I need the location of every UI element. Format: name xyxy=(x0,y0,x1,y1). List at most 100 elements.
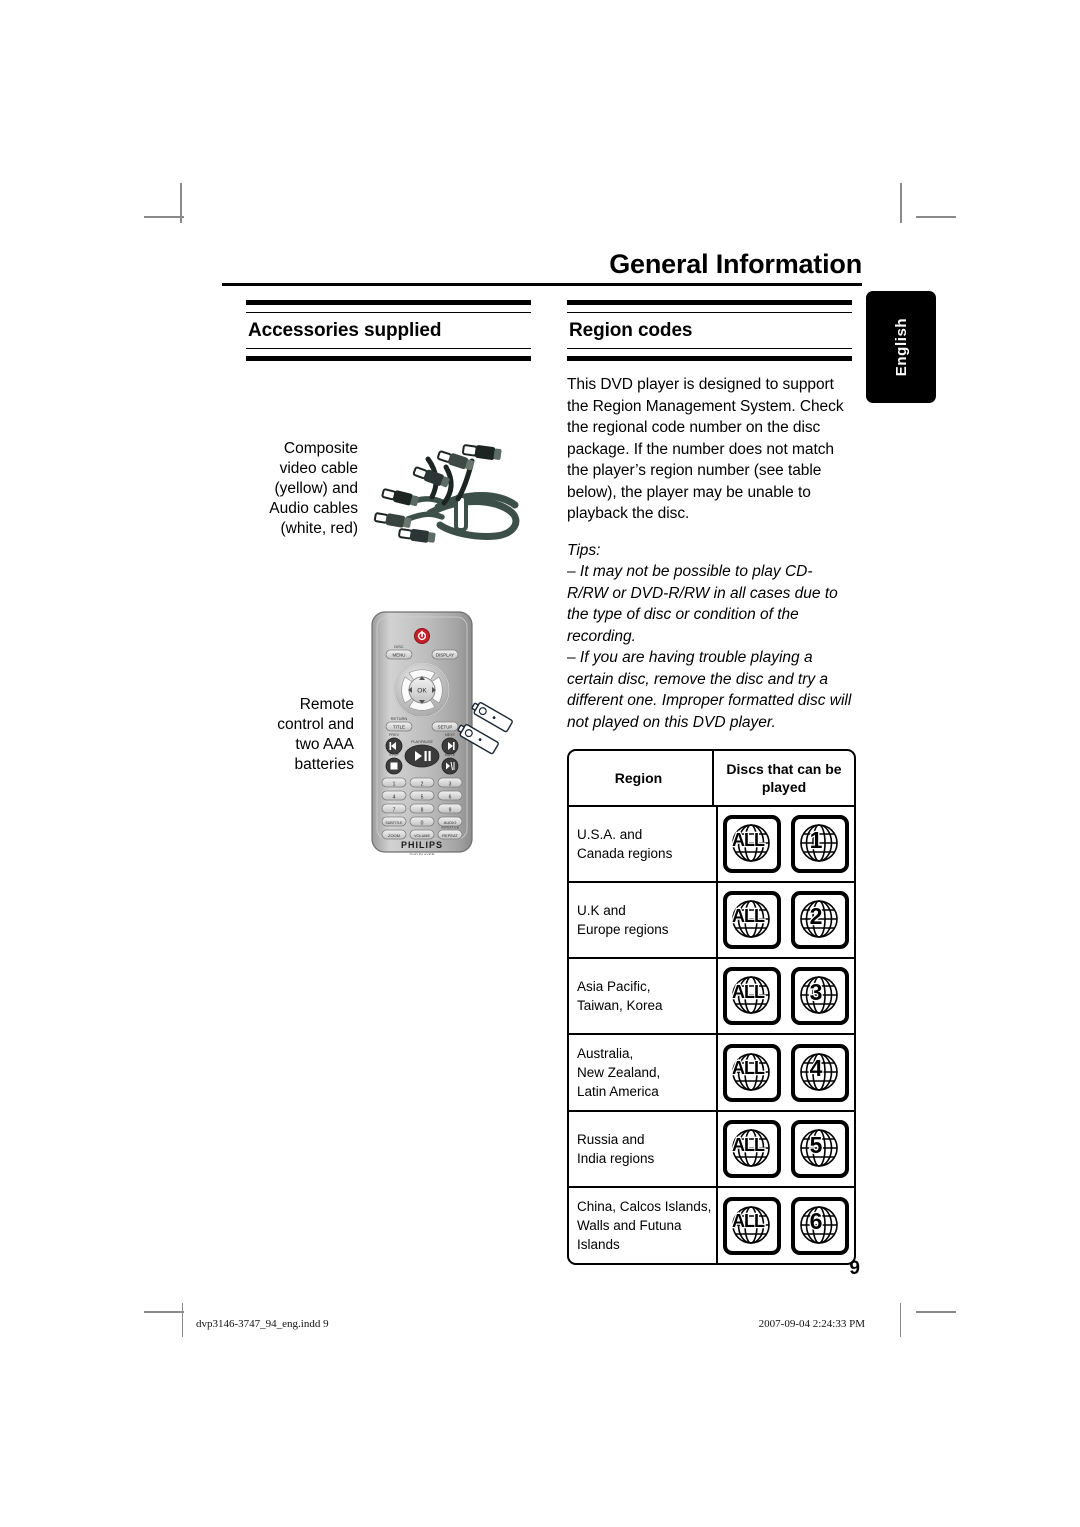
badge-label: ALL xyxy=(731,1133,767,1156)
region-rule-top xyxy=(567,300,852,313)
page-number: 9 xyxy=(849,1258,860,1279)
tip-item-2: – If you are having trouble playing a ce… xyxy=(567,649,852,731)
region-body-text: This DVD player is designed to support t… xyxy=(567,376,844,522)
region-badge-all: ALL xyxy=(723,967,781,1025)
badge-label: 4 xyxy=(808,1054,823,1083)
svg-text:MUTE: MUTE xyxy=(445,753,456,757)
svg-text:DISPLAY: DISPLAY xyxy=(436,653,454,658)
region-cell: Australia, New Zealand, Latin America xyxy=(569,1035,718,1110)
region-cell: U.S.A. and Canada regions xyxy=(569,807,718,881)
svg-text:OK: OK xyxy=(417,688,427,695)
svg-text:REPEAT A-B: REPEAT A-B xyxy=(441,826,458,830)
svg-text:NEXT: NEXT xyxy=(445,733,456,737)
right-column: Region codes This DVD player is designed… xyxy=(567,300,856,1265)
region-code-table: Region Discs that can be played U.S.A. a… xyxy=(567,749,856,1265)
svg-text:9: 9 xyxy=(449,807,452,813)
svg-text:RETURN: RETURN xyxy=(391,716,408,721)
badge-label: ALL xyxy=(731,1057,767,1080)
accessory-item-remote: Remote control and two AAA batteries DIS… xyxy=(246,610,531,860)
table-header-region: Region xyxy=(569,751,714,805)
region-badge-number: 3 xyxy=(791,967,849,1025)
svg-text:AUDIO: AUDIO xyxy=(444,820,457,825)
svg-text:TITLE: TITLE xyxy=(393,725,405,730)
badge-label: 5 xyxy=(808,1130,823,1159)
footer-timestamp: 2007-09-04 2:24:33 PM xyxy=(758,1318,865,1330)
region-badge-number: 4 xyxy=(791,1043,849,1102)
accessories-heading: Accessories supplied xyxy=(248,320,442,341)
badge-label: ALL xyxy=(731,1210,767,1233)
svg-text:1: 1 xyxy=(393,781,396,787)
table-row: U.K and Europe regions ALL 2 xyxy=(569,881,854,957)
svg-text:DISC: DISC xyxy=(394,644,404,649)
discs-cell: ALL 3 xyxy=(718,959,854,1033)
region-badge-number: 6 xyxy=(791,1196,849,1255)
svg-text:MENU: MENU xyxy=(393,653,406,658)
svg-text:SUBTITLE: SUBTITLE xyxy=(385,821,403,825)
badge-label: ALL xyxy=(731,904,767,927)
crop-mark-top-right-vertical xyxy=(900,183,902,223)
rca-cable-illustration xyxy=(368,441,533,554)
accessories-rule-top xyxy=(246,300,531,313)
table-header-row: Region Discs that can be played xyxy=(569,751,854,805)
remote-caption: Remote control and two AAA batteries xyxy=(277,696,354,773)
svg-text:6: 6 xyxy=(449,794,452,800)
svg-text:2: 2 xyxy=(421,781,424,787)
crop-mark-bottom-left-horizontal xyxy=(144,1311,184,1313)
discs-cell: ALL 5 xyxy=(718,1112,854,1186)
svg-text:DVD PLAYER: DVD PLAYER xyxy=(409,852,434,855)
region-cell: Russia and India regions xyxy=(569,1112,718,1186)
svg-text:5: 5 xyxy=(421,794,424,800)
region-badge-all: ALL xyxy=(723,815,781,873)
language-tab: English xyxy=(866,291,936,403)
cable-caption: Composite video cable (yellow) and Audio… xyxy=(269,440,358,537)
footer-rule-right xyxy=(900,1303,901,1337)
svg-text:3: 3 xyxy=(449,781,452,787)
region-heading: Region codes xyxy=(569,320,693,341)
region-badge-number: 1 xyxy=(791,815,849,873)
discs-cell: ALL 2 xyxy=(718,883,854,957)
tips-label: Tips: xyxy=(567,541,601,559)
discs-cell: ALL 6 xyxy=(718,1188,854,1263)
badge-label: ALL xyxy=(731,828,767,851)
table-header-discs: Discs that can be played xyxy=(726,761,842,795)
svg-text:PHILIPS: PHILIPS xyxy=(401,840,443,850)
page-title: General Information xyxy=(609,249,862,279)
badge-label: ALL xyxy=(731,980,767,1003)
region-cell: Asia Pacific, Taiwan, Korea xyxy=(569,959,718,1033)
region-badge-all: ALL xyxy=(723,1043,781,1102)
region-badge-all: ALL xyxy=(723,1120,781,1178)
manual-page: General Information English Accessories … xyxy=(0,0,1080,1527)
table-row: Australia, New Zealand, Latin America AL… xyxy=(569,1033,854,1110)
region-rule-bottom xyxy=(567,348,852,361)
svg-text:PREV: PREV xyxy=(389,733,400,737)
region-cell: U.K and Europe regions xyxy=(569,883,718,957)
svg-text:PLAY/PAUSE: PLAY/PAUSE xyxy=(411,740,433,744)
badge-label: 6 xyxy=(808,1207,823,1236)
badge-label: 3 xyxy=(808,977,823,1006)
region-badge-number: 2 xyxy=(791,891,849,949)
remote-control-illustration: DISC MENU DISPLAY OK RETURN TITLE SETUP … xyxy=(368,610,538,860)
svg-text:STOP: STOP xyxy=(389,753,399,757)
discs-cell: ALL 1 xyxy=(718,807,854,881)
svg-text:SETUP: SETUP xyxy=(438,725,453,730)
svg-text:VOLUME: VOLUME xyxy=(414,834,431,838)
left-column: Accessories supplied Composite video cab… xyxy=(246,300,531,860)
svg-text:7: 7 xyxy=(393,807,396,813)
svg-text:4: 4 xyxy=(393,794,396,800)
table-row: China, Calcos Islands, Walls and Futuna … xyxy=(569,1186,854,1263)
language-tab-label: English xyxy=(892,317,910,377)
footer-filename: dvp3146-3747_94_eng.indd 9 xyxy=(196,1318,329,1330)
table-row: U.S.A. and Canada regions ALL 1 xyxy=(569,805,854,881)
badge-label: 2 xyxy=(808,901,823,930)
region-badge-number: 5 xyxy=(791,1120,849,1178)
accessory-item-cable: Composite video cable (yellow) and Audio… xyxy=(246,439,531,554)
crop-mark-top-right-horizontal xyxy=(916,216,956,218)
tip-item-1: – It may not be possible to play CD-R/RW… xyxy=(567,563,838,645)
crop-mark-top-left-horizontal xyxy=(144,216,184,218)
svg-text:ZOOM: ZOOM xyxy=(388,833,400,838)
region-badge-all: ALL xyxy=(723,891,781,949)
page-header: General Information xyxy=(222,248,862,286)
accessories-rule-bottom xyxy=(246,348,531,361)
table-row: Russia and India regions ALL 5 xyxy=(569,1110,854,1186)
badge-label: 1 xyxy=(808,825,823,854)
